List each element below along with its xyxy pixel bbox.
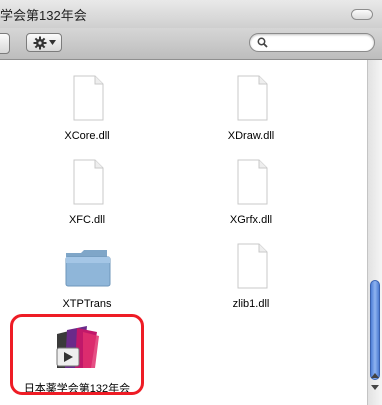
search-icon: [257, 37, 268, 48]
document-icon: [63, 158, 111, 206]
search-field[interactable]: [249, 33, 375, 52]
vertical-scrollbar[interactable]: [367, 60, 382, 405]
window-titlebar[interactable]: 学会第132年会: [0, 0, 382, 29]
file-item[interactable]: zlib1.dll: [176, 242, 326, 310]
file-item[interactable]: XGrfx.dll: [176, 158, 326, 226]
file-name: zlib1.dll: [232, 298, 270, 310]
file-item[interactable]: XCore.dll: [12, 74, 162, 142]
document-icon: [227, 242, 275, 290]
file-name: XFC.dll: [68, 214, 106, 226]
scroll-down-arrow[interactable]: [371, 385, 379, 390]
chevron-down-icon: [48, 40, 56, 45]
document-icon: [63, 74, 111, 122]
search-input[interactable]: [270, 35, 368, 50]
folder-name: XTPTrans: [62, 298, 112, 310]
view-button[interactable]: [0, 33, 10, 54]
gear-icon: [33, 36, 46, 49]
file-name: XGrfx.dll: [229, 214, 273, 226]
file-name: XDraw.dll: [227, 130, 275, 142]
window-title: 学会第132年会: [0, 8, 87, 23]
toolbar: [0, 28, 382, 60]
scroll-up-arrow[interactable]: [371, 373, 379, 378]
file-item[interactable]: XFC.dll: [12, 158, 162, 226]
document-icon: [227, 158, 275, 206]
folder-item[interactable]: XTPTrans: [12, 242, 162, 310]
highlight-box: [10, 314, 144, 395]
action-menu-button[interactable]: [26, 33, 62, 52]
file-item[interactable]: XDraw.dll: [176, 74, 326, 142]
folder-icon: [63, 242, 111, 290]
document-icon: [227, 74, 275, 122]
scroll-thumb[interactable]: [370, 280, 380, 380]
file-name: XCore.dll: [64, 130, 110, 142]
toolbar-toggle-button[interactable]: [351, 9, 373, 20]
